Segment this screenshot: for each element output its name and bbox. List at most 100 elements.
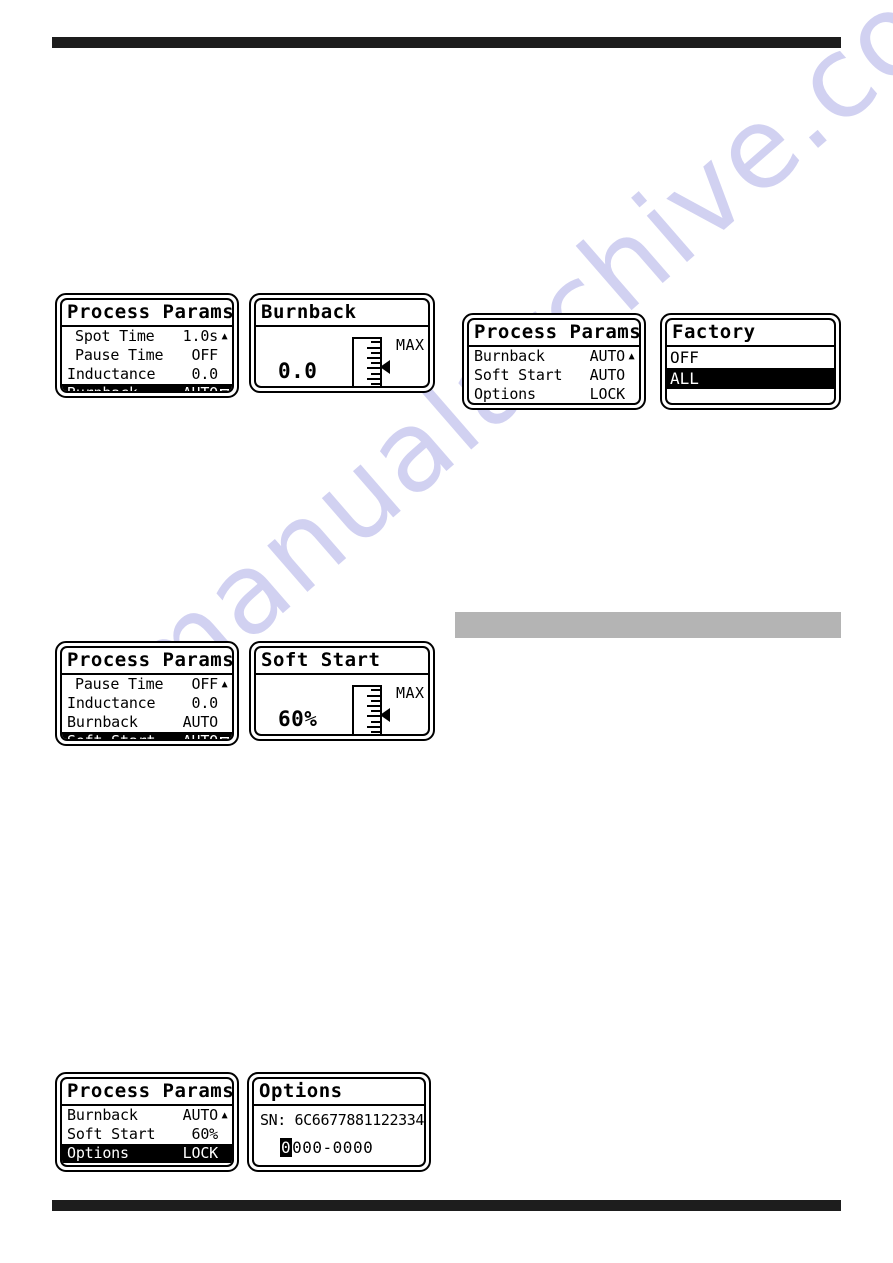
- serial-number-label: SN:: [260, 1111, 286, 1130]
- item-label: Soft Start: [474, 366, 563, 385]
- item-label: Soft Start: [67, 1125, 156, 1144]
- item-value: LOCK: [182, 1144, 219, 1163]
- option-label: OFF: [670, 347, 699, 367]
- page-bottom-rule: [52, 1200, 841, 1211]
- gray-callout-band: [455, 612, 841, 638]
- gauge-value: 60%: [278, 707, 318, 732]
- item-label: Burnback: [67, 386, 138, 391]
- menu-list: Burnback AUTO ▲ Soft Start AUTO Options …: [469, 347, 639, 405]
- panel-title: Process Params: [62, 648, 232, 676]
- lcd-screen: Burnback 0.0 MAX MIN: [254, 298, 430, 388]
- lcd-screen: Soft Start 60% MAX MIN: [254, 646, 430, 736]
- scroll-down-icon: ▼: [220, 736, 229, 739]
- item-label: Soft Start: [67, 734, 156, 739]
- item-label: Burnback: [474, 347, 545, 366]
- item-value: AUTO: [182, 713, 219, 732]
- code-rest: 000-0000: [292, 1138, 374, 1158]
- item-label: Spot Time: [75, 327, 155, 346]
- item-value: AUTO: [183, 734, 219, 739]
- item-label: Inductance: [67, 365, 156, 384]
- item-value: 0.0: [191, 694, 219, 713]
- lcd-screen: Process Params Burnback AUTO ▲ Soft Star…: [467, 318, 641, 405]
- list-item[interactable]: Spot Time 1.0s ▲: [62, 327, 232, 346]
- scroll-down-icon: ▼: [220, 388, 229, 391]
- panel-title: Burnback: [256, 300, 428, 328]
- list-item[interactable]: Pause Time OFF: [62, 346, 232, 365]
- gauge-value: 0.0: [278, 359, 318, 384]
- option-list: OFF ALL: [667, 347, 834, 390]
- gauge-track[interactable]: [352, 337, 382, 386]
- list-item[interactable]: Soft Start AUTO: [469, 366, 639, 385]
- item-value: OFF: [191, 675, 219, 694]
- scroll-up-icon: ▲: [221, 330, 228, 342]
- item-label: Factory: [67, 1165, 129, 1166]
- lcd-screen: Process Params Burnback AUTO ▲ Soft Star…: [60, 1077, 234, 1167]
- list-item[interactable]: Burnback AUTO ▲: [62, 1106, 232, 1125]
- lcd-process-params-burnback: Process Params Spot Time 1.0s ▲ Pause Ti…: [55, 293, 239, 398]
- item-value: LOCK: [589, 385, 626, 404]
- panel-title: Process Params: [62, 1079, 232, 1107]
- option-item[interactable]: OFF: [667, 347, 834, 368]
- item-label: Burnback: [67, 713, 138, 732]
- list-item-selected[interactable]: Factory OFF: [469, 404, 639, 405]
- lcd-soft-start: Soft Start 60% MAX MIN: [249, 641, 435, 741]
- list-item[interactable]: Soft Start 60%: [62, 1125, 232, 1144]
- page-top-rule: [52, 37, 841, 48]
- item-value: OFF: [191, 346, 219, 365]
- gauge-max-label: MAX: [396, 336, 425, 355]
- panel-title: Process Params: [62, 300, 232, 328]
- lcd-screen: Factory OFF ALL: [665, 318, 836, 405]
- gauge-area: 0.0 MAX MIN: [256, 327, 428, 386]
- list-item-selected[interactable]: Burnback AUTO ▼: [62, 384, 232, 391]
- code-cursor: 0: [280, 1138, 293, 1158]
- list-item[interactable]: Factory OFF: [62, 1163, 232, 1166]
- panel-title: Options: [254, 1079, 424, 1107]
- lcd-process-params-factory: Process Params Burnback AUTO ▲ Soft Star…: [462, 313, 646, 410]
- item-label: Pause Time: [75, 346, 164, 365]
- gauge-max-label: MAX: [396, 684, 425, 703]
- item-value: OFF: [192, 1165, 219, 1166]
- lcd-process-params-softstart: Process Params Pause Time OFF ▲ Inductan…: [55, 641, 239, 746]
- gauge-pointer-icon[interactable]: [380, 360, 390, 375]
- gauge-min-label: MIN: [396, 731, 425, 734]
- activation-code-field[interactable]: 0000-0000: [254, 1129, 424, 1158]
- panel-title: Process Params: [469, 320, 639, 348]
- list-item[interactable]: Inductance 0.0: [62, 694, 232, 713]
- list-item-selected[interactable]: Soft Start AUTO ▼: [62, 732, 232, 739]
- item-label: Inductance: [67, 694, 156, 713]
- list-item[interactable]: Burnback AUTO: [62, 713, 232, 732]
- lcd-burnback: Burnback 0.0 MAX MIN: [249, 293, 435, 393]
- gauge-track[interactable]: [352, 685, 382, 734]
- item-value: AUTO: [589, 347, 626, 366]
- item-value: AUTO: [182, 1106, 219, 1125]
- item-value: AUTO: [183, 386, 219, 391]
- menu-list: Burnback AUTO ▲ Soft Start 60% Options L…: [62, 1106, 232, 1166]
- scroll-up-icon: ▲: [221, 1109, 228, 1121]
- list-item-selected[interactable]: Options LOCK: [62, 1144, 232, 1164]
- item-value: 0.0: [191, 365, 219, 384]
- option-item-selected[interactable]: ALL: [667, 368, 834, 390]
- serial-number-line: SN: 6C66778811223344: [254, 1106, 424, 1129]
- gauge-min-label: MIN: [396, 383, 425, 386]
- gauge-pointer-icon[interactable]: [380, 708, 390, 723]
- item-value: 1.0s: [182, 327, 219, 346]
- item-value: AUTO: [589, 366, 626, 385]
- gauge-ticks: [367, 341, 380, 386]
- list-item[interactable]: Inductance 0.0: [62, 365, 232, 384]
- list-item[interactable]: Options LOCK: [469, 385, 639, 404]
- item-label: Options: [474, 385, 536, 404]
- list-item[interactable]: Pause Time OFF ▲: [62, 675, 232, 694]
- option-label: ALL: [670, 368, 699, 388]
- item-label: Burnback: [67, 1106, 138, 1125]
- lcd-factory: Factory OFF ALL: [660, 313, 841, 410]
- list-item[interactable]: Burnback AUTO ▲: [469, 347, 639, 366]
- menu-list: Pause Time OFF ▲ Inductance 0.0 Burnback…: [62, 675, 232, 739]
- item-label: Options: [67, 1144, 129, 1163]
- lcd-screen: Process Params Pause Time OFF ▲ Inductan…: [60, 646, 234, 741]
- scroll-up-icon: ▲: [221, 678, 228, 690]
- menu-list: Spot Time 1.0s ▲ Pause Time OFF Inductan…: [62, 327, 232, 391]
- item-label: Pause Time: [75, 675, 164, 694]
- item-value: 60%: [191, 1125, 219, 1144]
- gauge-area: 60% MAX MIN: [256, 675, 428, 734]
- panel-title: Soft Start: [256, 648, 428, 676]
